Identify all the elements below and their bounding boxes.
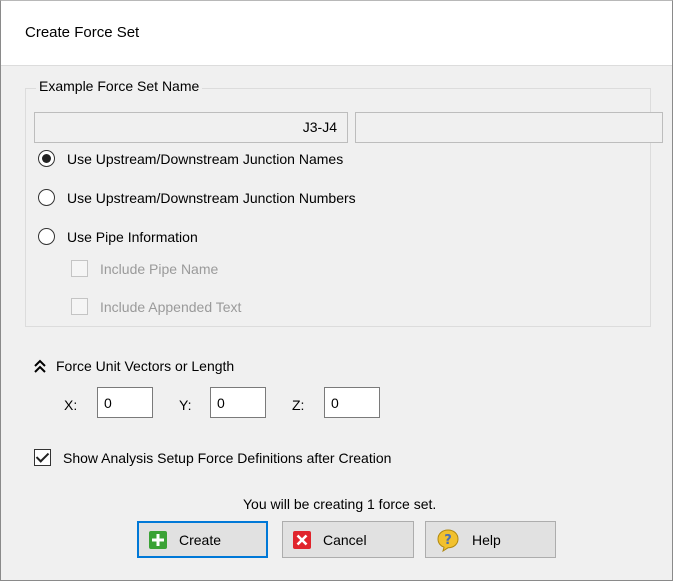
help-icon: ? — [436, 528, 460, 552]
x-input[interactable] — [97, 387, 153, 418]
x-label: X: — [64, 397, 78, 413]
radio-junction-names-label: Use Upstream/Downstream Junction Names — [67, 150, 344, 167]
svg-text:?: ? — [444, 533, 452, 548]
y-input[interactable] — [210, 387, 266, 418]
radio-pipe-information[interactable]: Use Pipe Information — [38, 228, 198, 245]
radio-junction-numbers-label: Use Upstream/Downstream Junction Numbers — [67, 189, 356, 206]
include-pipe-name-label: Include Pipe Name — [100, 260, 219, 277]
cancel-button-label: Cancel — [323, 531, 367, 548]
z-label: Z: — [292, 397, 305, 413]
include-appended-text-label: Include Appended Text — [100, 298, 242, 315]
appended-text-preview-field — [355, 112, 663, 143]
radio-button-selected[interactable] — [38, 150, 55, 167]
z-input[interactable] — [324, 387, 380, 418]
checkbox-box[interactable] — [34, 449, 51, 466]
example-name-group-legend: Example Force Set Name — [36, 78, 203, 94]
include-appended-text-checkbox: Include Appended Text — [71, 298, 241, 315]
plus-icon — [149, 530, 167, 549]
show-definitions-checkbox[interactable]: Show Analysis Setup Force Definitions af… — [34, 449, 391, 466]
help-button-label: Help — [472, 531, 501, 548]
help-button[interactable]: ? Help — [425, 521, 556, 558]
radio-junction-names[interactable]: Use Upstream/Downstream Junction Names — [38, 150, 343, 167]
radio-pipe-information-label: Use Pipe Information — [67, 228, 198, 245]
force-vectors-title: Force Unit Vectors or Length — [56, 358, 235, 374]
create-button-label: Create — [179, 531, 222, 548]
show-definitions-label: Show Analysis Setup Force Definitions af… — [63, 449, 392, 466]
chevron-double-up-icon[interactable] — [34, 359, 46, 373]
create-button[interactable]: Create — [137, 521, 268, 558]
include-pipe-name-checkbox: Include Pipe Name — [71, 260, 218, 277]
example-name-preview-field: J3-J4 — [34, 112, 348, 143]
radio-junction-numbers[interactable]: Use Upstream/Downstream Junction Numbers — [38, 189, 356, 206]
radio-button[interactable] — [38, 189, 55, 206]
creation-summary-text: You will be creating 1 force set. — [243, 496, 437, 512]
cancel-button[interactable]: Cancel — [282, 521, 414, 558]
checkbox-box — [71, 260, 88, 277]
window-title: Create Force Set — [25, 24, 140, 41]
checkbox-box — [71, 298, 88, 315]
radio-button[interactable] — [38, 228, 55, 245]
title-bar: Create Force Set — [0, 0, 673, 66]
force-vectors-section-header[interactable]: Force Unit Vectors or Length — [34, 358, 234, 374]
y-label: Y: — [179, 397, 192, 413]
close-icon — [293, 530, 311, 549]
